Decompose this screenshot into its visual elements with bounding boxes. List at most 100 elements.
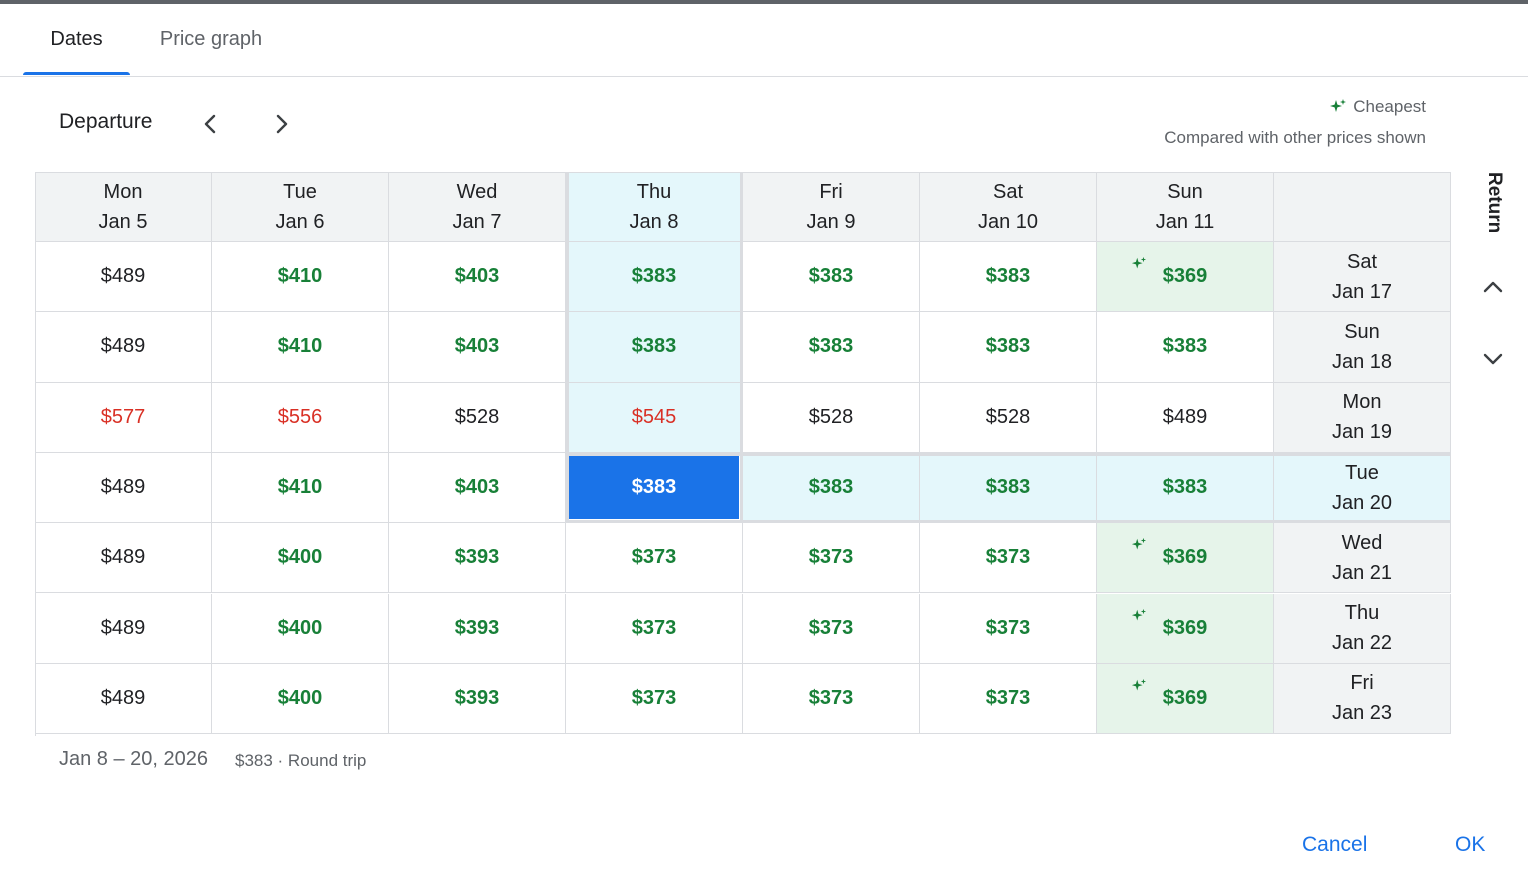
departure-column-header: Wed Jan 7 [389,172,566,242]
next-week-button[interactable] [262,104,302,144]
price-cell[interactable]: $489 [35,663,212,735]
price-cell[interactable]: $369 [1097,523,1274,594]
price-cell[interactable]: $369 [1097,242,1274,313]
price-value: $400 [277,546,323,569]
price-cell[interactable]: $383 [743,242,920,313]
price-value: $373 [985,686,1031,709]
column-day: Tue [283,180,317,203]
price-cell[interactable]: $373 [743,663,920,735]
price-cell[interactable]: $373 [566,663,743,735]
price-value: $373 [808,546,854,569]
price-cell[interactable]: $373 [920,663,1097,735]
price-cell[interactable]: $383 [920,452,1097,524]
price-cell[interactable]: $383 [566,312,743,383]
price-value: $383 [631,335,677,358]
price-cell[interactable]: $383 [1097,452,1274,524]
price-cell[interactable]: $410 [212,452,389,524]
selected-price: $383 · Round trip [235,751,367,770]
price-cell[interactable]: $410 [212,242,389,313]
price-value: $383 [808,476,854,499]
price-cell[interactable]: $373 [566,523,743,594]
row-date: Jan 17 [1331,280,1393,303]
price-cell[interactable]: $545 [566,382,743,453]
price-value: $410 [277,265,323,288]
tab-dates[interactable]: Dates [23,4,130,75]
price-value: $489 [100,265,146,288]
price-value: $489 [100,335,146,358]
price-value: $383 [985,335,1031,358]
price-value: $393 [454,616,500,639]
price-cell[interactable]: $400 [212,663,389,735]
tab-bar: Dates Price graph [0,4,1528,77]
return-row-header: Mon Jan 19 [1274,382,1451,453]
price-value: $369 [1162,546,1208,569]
column-date: Jan 8 [629,210,679,233]
price-value: $403 [454,476,500,499]
selected-dates: Jan 8 – 20, 2026 [59,748,209,770]
price-cell[interactable]: $410 [212,312,389,383]
price-cell[interactable]: $556 [212,382,389,453]
row-day: Mon [1342,391,1382,414]
tab-price-graph[interactable]: Price graph [138,4,284,75]
cancel-button[interactable]: Cancel [1302,833,1367,857]
previous-week-button[interactable] [190,104,230,144]
return-row-header: Thu Jan 22 [1274,593,1451,664]
return-earlier-button[interactable] [1473,267,1513,307]
price-cell[interactable]: $373 [566,593,743,664]
row-date: Jan 22 [1331,632,1393,655]
row-date: Jan 18 [1331,350,1393,373]
selected-price-cell[interactable]: $383 [569,455,739,520]
price-cell[interactable]: $528 [389,382,566,453]
price-cell[interactable]: $383 [566,452,743,524]
price-cell[interactable]: $383 [743,452,920,524]
price-cell[interactable]: $489 [35,523,212,594]
price-cell[interactable]: $403 [389,242,566,313]
price-value: $383 [631,265,677,288]
price-cell[interactable]: $393 [389,523,566,594]
price-value: $393 [454,686,500,709]
price-cell[interactable]: $383 [920,242,1097,313]
departure-column-header: Thu Jan 8 [566,172,743,242]
price-cell[interactable]: $373 [743,523,920,594]
price-cell[interactable]: $528 [920,382,1097,453]
price-cell[interactable]: $400 [212,593,389,664]
price-value: $528 [985,405,1031,428]
price-cell[interactable]: $489 [35,312,212,383]
price-value: $369 [1162,616,1208,639]
price-cell[interactable]: $528 [743,382,920,453]
sparkle-icon [1131,538,1147,550]
price-cell[interactable]: $489 [35,242,212,313]
price-value: $577 [100,405,146,428]
price-cell[interactable]: $373 [743,593,920,664]
price-cell[interactable]: $369 [1097,663,1274,735]
price-cell[interactable]: $400 [212,523,389,594]
price-cell[interactable]: $393 [389,593,566,664]
ok-button[interactable]: OK [1455,833,1485,857]
column-date: Jan 7 [452,210,502,233]
corner-cell [1274,172,1451,242]
price-cell[interactable]: $489 [35,452,212,524]
return-later-button[interactable] [1473,339,1513,379]
price-cell[interactable]: $393 [389,663,566,735]
price-cell[interactable]: $577 [35,382,212,453]
departure-column-header: Sat Jan 10 [920,172,1097,242]
return-row-header: Sat Jan 17 [1274,242,1451,313]
price-cell[interactable]: $373 [920,523,1097,594]
price-cell[interactable]: $403 [389,312,566,383]
price-cell[interactable]: $369 [1097,593,1274,664]
price-cell[interactable]: $373 [920,593,1097,664]
price-cell[interactable]: $383 [1097,312,1274,383]
price-cell[interactable]: $403 [389,452,566,524]
price-cell[interactable]: $489 [35,593,212,664]
price-cell[interactable]: $383 [743,312,920,383]
price-cell[interactable]: $489 [1097,382,1274,453]
chevron-right-icon [276,114,288,134]
price-cell[interactable]: $383 [920,312,1097,383]
price-value: $383 [631,476,677,499]
price-grid: Mon Jan 5 Tue Jan 6 Wed Jan 7 Thu Jan 8 Fri Jan 9… [35,172,1451,736]
price-value: $400 [277,686,323,709]
return-row-header: Tue Jan 20 [1274,452,1451,524]
price-cell[interactable]: $383 [566,242,743,313]
sparkle-icon [1330,99,1347,112]
price-value: $400 [277,616,323,639]
